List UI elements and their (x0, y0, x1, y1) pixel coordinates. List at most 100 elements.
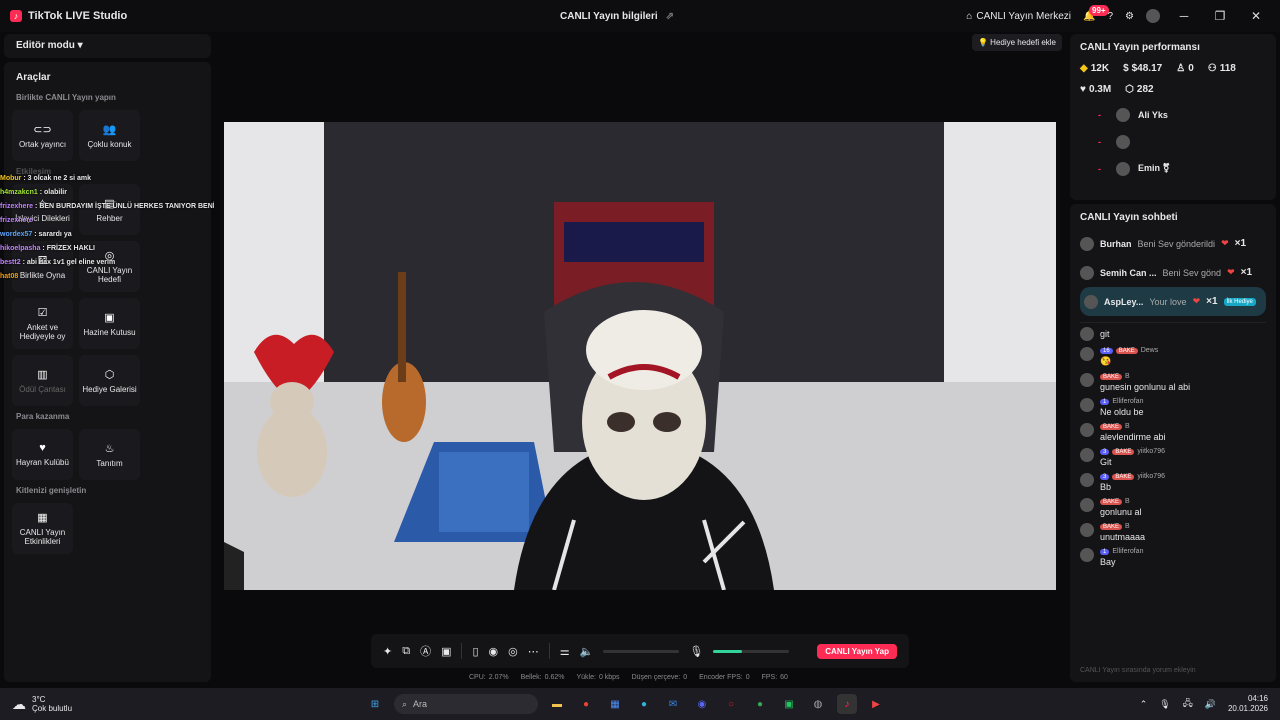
home-icon: ⌂ (966, 10, 973, 22)
avatar (1080, 523, 1094, 537)
message-meta: 1 Elliferofan (1100, 398, 1144, 405)
overlay-user: frizexhere (0, 217, 34, 224)
stream-preview[interactable] (224, 122, 1056, 590)
tool-tile[interactable]: ▦ CANLI Yayın Etkinlikleri (12, 503, 73, 554)
speaker-icon[interactable]: 🔈 (580, 645, 594, 658)
left-panel: Editör modu ▾ Araçlar Birlikte CANLI Yay… (4, 34, 211, 682)
taskbar-search[interactable]: ⌕ Ara (394, 694, 538, 714)
viewer-row[interactable]: - (1098, 132, 1266, 151)
chat-messages[interactable]: git 16 BAKE Dews 😘 BAKE Bgunesin gonlunu al ab… (1080, 322, 1266, 567)
portrait-mode-icon[interactable]: ▯ (472, 645, 478, 658)
chat-title: CANLI Yayın sohbeti (1080, 212, 1178, 223)
tool-tile-label: Anket ve Hediyeyle oy (19, 323, 66, 341)
windows-taskbar: ☁ 3°C Çok bulutlu ⊞ ⌕ Ara ▬ ● ▦ ● ✉ ◉ ○ ● … (0, 688, 1280, 720)
settings-gear-icon[interactable]: ⚙ (1125, 11, 1134, 22)
tray-mic-icon[interactable]: 🎙 (1159, 699, 1170, 710)
profile-avatar[interactable] (1146, 9, 1160, 23)
clock[interactable]: 04:16 20.01.2026 (1228, 694, 1268, 714)
tool-tile[interactable]: ♨ Tanıtım (79, 429, 140, 480)
stat-item: Düşen çerçeve: 0 (632, 674, 688, 681)
record-icon[interactable]: ◉ (489, 645, 499, 658)
opera-icon[interactable]: ○ (721, 694, 741, 714)
chat-message[interactable]: 16 BAKE Dews 😘 (1080, 347, 1266, 367)
tool-tile[interactable]: ▥ Ödül Çantası (12, 355, 73, 406)
notification-button[interactable]: 🔔 99+ (1083, 4, 1109, 22)
gift-user: AspLey... (1104, 296, 1144, 307)
tool-tile[interactable]: ☑ Anket ve Hediyeyle oy (12, 298, 73, 349)
editor-mode-dropdown[interactable]: Editör modu ▾ (4, 34, 211, 58)
add-source-icon[interactable]: ⧉ (402, 645, 410, 658)
stat-item: Yükle: 0 kbps (576, 674, 619, 681)
magic-wand-icon[interactable]: ✦ (383, 645, 392, 658)
chat-message[interactable]: BAKE Bgonlunu al (1080, 498, 1266, 517)
tool-tile[interactable]: ⊂⊃ Ortak yayıncı (12, 110, 73, 161)
metric: ⬡ 282 (1125, 84, 1153, 95)
audio-settings-icon[interactable]: ⚌ (560, 645, 570, 658)
tool-tile[interactable]: 👥 Çoklu konuk (79, 110, 140, 161)
stat-label: Encoder FPS: (699, 674, 743, 681)
tool-tile[interactable]: ▣ Hazine Kutusu (79, 298, 140, 349)
stat-item: FPS: 60 (762, 674, 788, 681)
level-badge: 16 (1100, 347, 1113, 354)
chat-message[interactable]: 1 Elliferofan Ne oldu be (1080, 398, 1266, 417)
chat-message[interactable]: 3 BAKE yiitko796 Bb (1080, 473, 1266, 492)
stat-value: 0.62% (544, 674, 565, 681)
volume-slider[interactable] (603, 649, 680, 653)
viewer-name: Ali Yks (1138, 109, 1168, 120)
gift-goal-button[interactable]: 💡 Hediye hedefi ekle (971, 34, 1062, 51)
close-button[interactable]: ✕ (1244, 9, 1268, 23)
mail-icon[interactable]: ✉ (663, 694, 683, 714)
stat-label: CPU: (469, 674, 486, 681)
youtube-icon[interactable]: ▶ (866, 694, 886, 714)
fan-club-badge: BAKE (1115, 347, 1138, 354)
weather-widget[interactable]: ☁ 3°C Çok bulutlu (0, 695, 380, 713)
weather-text: Çok bulutlu (32, 704, 73, 713)
maximize-button[interactable]: ❐ (1208, 9, 1232, 23)
windows-start-icon[interactable]: ⊞ (365, 694, 385, 714)
gift-icon: ⬡ (1125, 84, 1134, 95)
chrome-icon[interactable]: ● (576, 694, 596, 714)
chat-input[interactable]: CANLI Yayın sırasında yorum ekleyin (1080, 667, 1266, 674)
chat-message[interactable]: git (1080, 327, 1266, 341)
ai-icon[interactable]: Ⓐ (420, 643, 431, 659)
tool-tile[interactable]: ♥ Hayran Kulübü (12, 429, 73, 480)
game-app-icon[interactable]: ▣ (779, 694, 799, 714)
chat-message[interactable]: 1 Elliferofan Bay (1080, 548, 1266, 567)
tiktok-live-icon[interactable]: ♪ (837, 694, 857, 714)
volume-icon[interactable]: 🔊 (1205, 699, 1216, 710)
search-icon: ⌕ (402, 698, 408, 709)
discord-icon[interactable]: ◉ (692, 694, 712, 714)
metric-value: 0 (1188, 63, 1194, 74)
live-chat-panel: CANLI Yayın sohbeti Burhan Beni Sev gönde… (1070, 204, 1276, 682)
camera-effect-icon[interactable]: ◎ (508, 645, 518, 658)
live-info-title[interactable]: CANLI Yayın bilgileri ⇗ (560, 0, 674, 32)
file-explorer-icon[interactable]: ▬ (547, 694, 567, 714)
mic-level-slider[interactable] (713, 649, 790, 653)
share-icon[interactable]: ⇗ (666, 11, 674, 22)
store-icon[interactable]: ▦ (605, 694, 625, 714)
chat-message[interactable]: 3 BAKE yiitko796 Git (1080, 448, 1266, 467)
layout-icon[interactable]: ▣ (441, 645, 451, 658)
go-live-button[interactable]: CANLI Yayın Yap (817, 643, 897, 659)
gift-text: Beni Sev gönderildi (1137, 238, 1216, 249)
live-center-button[interactable]: ⌂ CANLI Yayın Merkezi (966, 11, 1071, 22)
metrics-row-2: ♥ 0.3M ⬡ 282 (1080, 84, 1266, 95)
tray-chevron-icon[interactable]: ⌃ (1140, 699, 1148, 710)
minimize-button[interactable]: ─ (1172, 9, 1196, 23)
viewer-row[interactable]: - Ali Yks (1098, 105, 1266, 124)
message-user: Dews (1140, 347, 1159, 354)
avatar (1080, 265, 1094, 280)
chat-message[interactable]: BAKE Balevlendirme abi (1080, 423, 1266, 442)
microphone-icon[interactable]: 🎙 (689, 645, 703, 658)
chat-message[interactable]: BAKE Bunutmaaaa (1080, 523, 1266, 542)
network-icon[interactable]: 🖧 (1183, 696, 1193, 712)
edge-icon[interactable]: ● (634, 694, 654, 714)
steam-icon[interactable]: ◍ (808, 694, 828, 714)
message-text: unutmaaaa (1100, 532, 1146, 542)
tool-tile[interactable]: ⬡ Hediye Galerisi (79, 355, 140, 406)
calendar-icon: ▦ (37, 512, 48, 524)
chrome-icon-2[interactable]: ● (750, 694, 770, 714)
chat-message[interactable]: BAKE Bgunesin gonlunu al abi (1080, 373, 1266, 392)
more-icon[interactable]: ⋯ (528, 645, 539, 658)
viewer-row[interactable]: - Emin ⚧ (1098, 159, 1266, 178)
